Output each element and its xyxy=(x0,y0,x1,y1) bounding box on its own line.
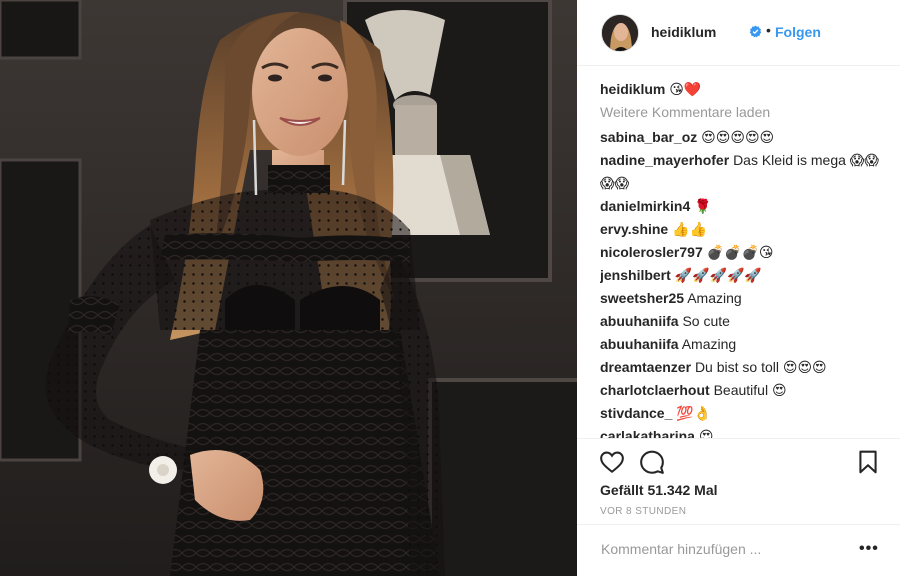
comment-item: dreamtaenzer Du bist so toll 😍😍😍 xyxy=(600,356,880,379)
comment-item: stivdance_ 💯👌 xyxy=(600,402,880,425)
comment-text: 😍 xyxy=(698,428,714,438)
verified-badge-icon xyxy=(749,25,762,38)
post-side-panel: heidiklum • Folgen heidiklum 😘❤️ Weitere… xyxy=(577,0,900,576)
comment-text: So cute xyxy=(682,313,730,329)
likes-count[interactable]: Gefällt 51.342 Mal xyxy=(600,482,718,498)
comment-username[interactable]: nicolerosler797 xyxy=(600,244,703,260)
comment-item: nicolerosler797 💣💣💣😘 xyxy=(600,241,880,264)
comment-username[interactable]: charlotclaerhout xyxy=(600,382,710,398)
header-username[interactable]: heidiklum xyxy=(651,24,716,40)
comment-username[interactable]: abuuhaniifa xyxy=(600,313,679,329)
post-header: heidiklum • Folgen xyxy=(577,0,900,66)
caption: heidiklum 😘❤️ xyxy=(600,78,880,101)
comment-text: Amazing xyxy=(687,290,742,306)
comment-item: nadine_mayerhofer Das Kleid is mega 😱😱😱😱 xyxy=(600,149,880,195)
comment-text: Amazing xyxy=(681,336,737,352)
post-photo[interactable] xyxy=(0,0,577,576)
comment-item: abuuhaniifa Amazing xyxy=(600,333,880,356)
heart-icon[interactable] xyxy=(599,449,625,475)
profile-avatar-icon[interactable] xyxy=(601,14,639,52)
comment-item: sweetsher25 Amazing xyxy=(600,287,880,310)
comment-text: 👍👍 xyxy=(672,221,707,237)
comment-text: Beautiful 😍 xyxy=(713,382,787,398)
comment-item: abuuhaniifa So cute xyxy=(600,310,880,333)
comment-username[interactable]: nadine_mayerhofer xyxy=(600,152,729,168)
more-options-button[interactable]: ••• xyxy=(859,540,879,558)
comment-username[interactable]: danielmirkin4 xyxy=(600,198,690,214)
post-timestamp[interactable]: VOR 8 STUNDEN xyxy=(600,506,686,517)
comment-text: 💯👌 xyxy=(676,405,712,421)
comment-item: ervy.shine 👍👍 xyxy=(600,218,880,241)
follow-button[interactable]: Folgen xyxy=(775,24,821,40)
comment-text: Du bist so toll 😍😍😍 xyxy=(694,359,827,375)
comment-username[interactable]: sabina_bar_oz xyxy=(600,129,697,145)
comment-username[interactable]: sweetsher25 xyxy=(600,290,684,306)
comment-username[interactable]: stivdance_ xyxy=(600,405,672,421)
add-comment-bar: ••• xyxy=(577,524,900,576)
comment-username[interactable]: ervy.shine xyxy=(600,221,668,237)
post-photo-illustration xyxy=(0,0,577,576)
caption-username[interactable]: heidiklum xyxy=(600,81,665,97)
load-more-comments-button[interactable]: Weitere Kommentare laden xyxy=(600,101,880,126)
comment-input[interactable] xyxy=(601,541,851,557)
caption-text: 😘❤️ xyxy=(669,81,702,97)
comment-text: 🚀🚀🚀🚀🚀 xyxy=(674,267,762,283)
comment-text: 🌹 xyxy=(694,198,712,214)
comment-item: carlakatharina 😍 xyxy=(600,425,880,438)
comment-username[interactable]: abuuhaniifa xyxy=(600,336,679,352)
bookmark-icon[interactable] xyxy=(855,449,881,475)
comment-username[interactable]: dreamtaenzer xyxy=(600,359,691,375)
comment-item: jenshilbert 🚀🚀🚀🚀🚀 xyxy=(600,264,880,287)
comment-item: sabina_bar_oz 😍😍😍😍😍 xyxy=(600,126,880,149)
header-separator: • xyxy=(766,22,771,38)
comment-username[interactable]: jenshilbert xyxy=(600,267,671,283)
comment-item: charlotclaerhout Beautiful 😍 xyxy=(600,379,880,402)
comment-username[interactable]: carlakatharina xyxy=(600,428,695,438)
comments-list[interactable]: heidiklum 😘❤️ Weitere Kommentare laden s… xyxy=(600,78,880,438)
comment-text: 😍😍😍😍😍 xyxy=(701,129,775,145)
comment-icon[interactable] xyxy=(639,449,665,475)
comment-text: 💣💣💣😘 xyxy=(706,244,774,260)
comment-item: danielmirkin4 🌹 xyxy=(600,195,880,218)
